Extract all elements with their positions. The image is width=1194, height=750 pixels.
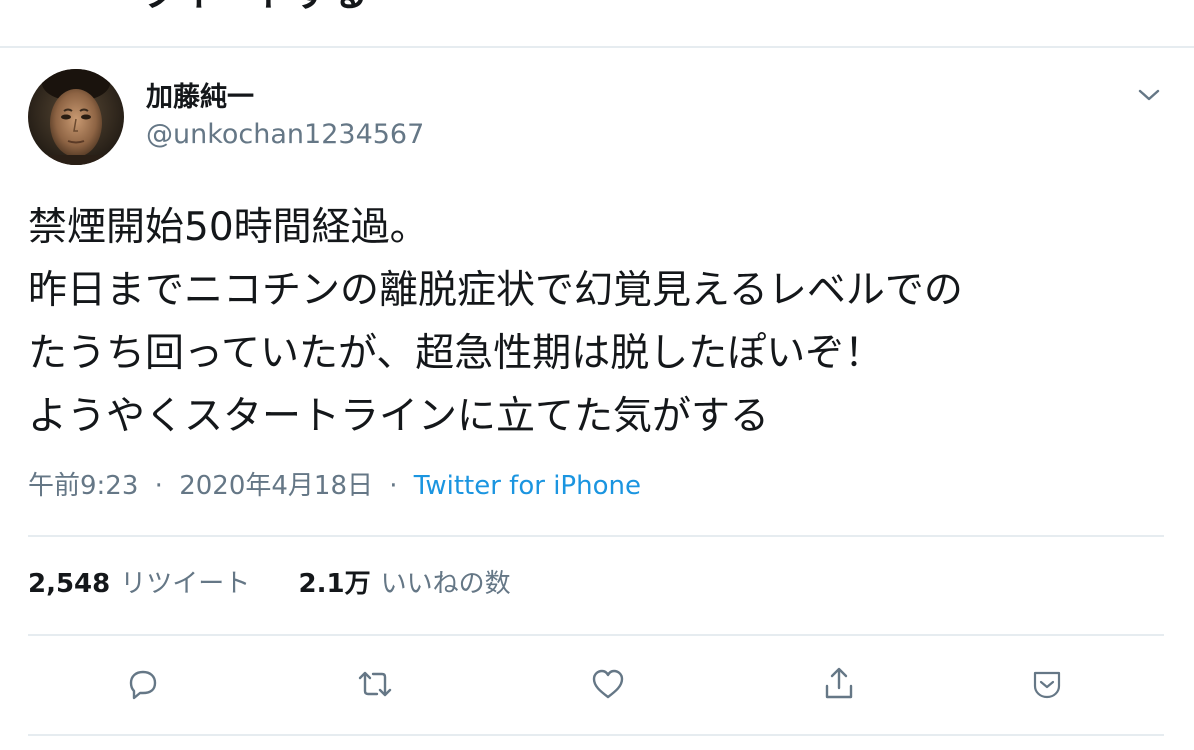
tweet-text: 禁煙開始50時間経過。 昨日までニコチンの離脱症状で幻覚見えるレベルでの たうち… xyxy=(28,196,1168,448)
header-title: ツイートする xyxy=(140,0,368,12)
retweet-icon xyxy=(358,671,392,697)
more-options-button[interactable] xyxy=(1025,662,1069,706)
tweet-date[interactable]: 2020年4月18日 xyxy=(179,471,373,501)
likes-stat[interactable]: 2.1万 いいねの数 xyxy=(299,569,511,599)
chevron-down-icon[interactable] xyxy=(1134,80,1164,110)
retweets-count: 2,548 xyxy=(28,569,111,599)
like-button[interactable] xyxy=(586,662,630,706)
divider xyxy=(28,535,1164,537)
reply-icon xyxy=(129,670,157,700)
retweets-label: リツイート xyxy=(120,569,251,599)
avatar-image xyxy=(28,69,124,165)
likes-count: 2.1万 xyxy=(298,569,371,599)
tweet-meta: 午前9:23 · 2020年4月18日 · Twitter for iPhone xyxy=(28,468,641,504)
likes-label: いいねの数 xyxy=(380,569,511,599)
tweet-source-link[interactable]: Twitter for iPhone xyxy=(414,471,641,501)
reply-button[interactable] xyxy=(121,662,165,706)
heart-icon xyxy=(592,669,624,699)
retweet-button[interactable] xyxy=(353,662,397,706)
display-name[interactable]: 加藤純一 xyxy=(146,82,254,114)
tweet-line: 昨日までニコチンの離脱症状で幻覚見えるレベルでの xyxy=(28,268,963,313)
top-header: ‹ ツイートする xyxy=(0,0,1194,48)
share-button[interactable] xyxy=(817,662,861,706)
avatar[interactable] xyxy=(28,69,124,165)
tweet-stats: 2,548 リツイート 2.1万 いいねの数 xyxy=(28,566,511,602)
meta-separator: · xyxy=(389,471,398,501)
more-icon xyxy=(1033,671,1061,699)
divider xyxy=(28,634,1164,636)
tweet-line: たうち回っていたが、超急性期は脱したぽいぞ！ xyxy=(28,331,884,376)
retweets-stat[interactable]: 2,548 リツイート xyxy=(28,569,259,599)
divider xyxy=(28,734,1164,736)
meta-separator: · xyxy=(154,471,163,501)
tweet-line: ようやくスタートラインに立てた気がする xyxy=(28,394,770,439)
back-arrow-icon[interactable]: ‹ xyxy=(40,0,54,6)
share-icon xyxy=(825,667,853,699)
tweet-time[interactable]: 午前9:23 xyxy=(28,471,138,501)
tweet-line: 禁煙開始50時間経過。 xyxy=(28,205,429,250)
user-handle[interactable]: @unkochan1234567 xyxy=(146,119,424,151)
